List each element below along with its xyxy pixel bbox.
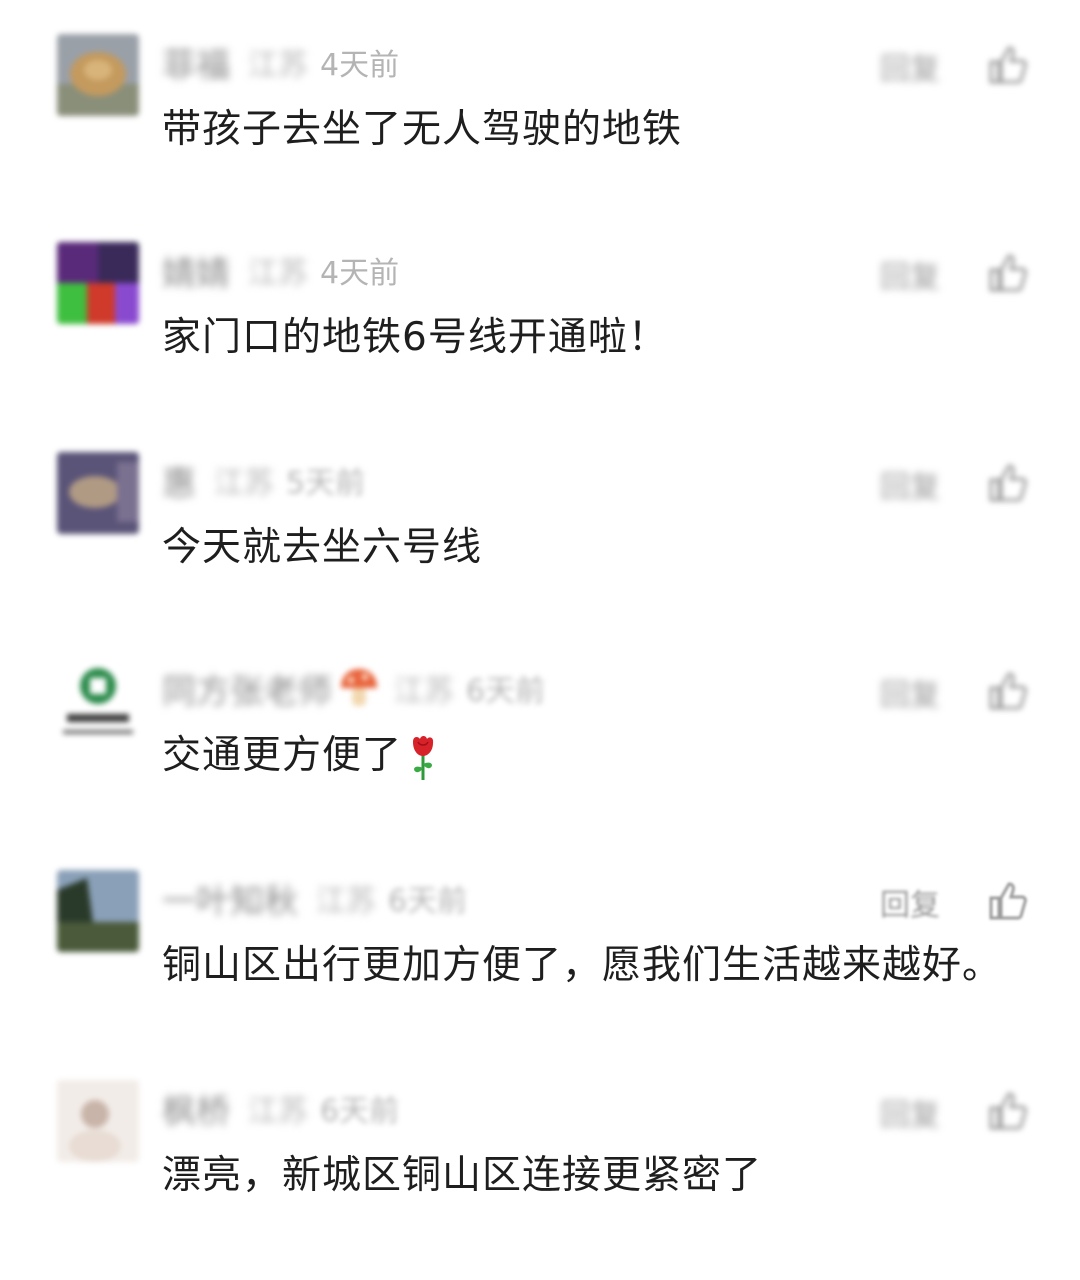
location: 江苏	[248, 1094, 308, 1129]
comment-text: 漂亮，新城区铜山区连接更紧密了	[162, 1153, 763, 1198]
reply-button[interactable]: 回复	[880, 252, 940, 296]
comment-meta: 婧婧 江苏 4天前	[162, 246, 400, 295]
mushroom-icon	[338, 666, 380, 710]
avatar[interactable]	[57, 242, 139, 324]
comment-text: 铜山区出行更加方便了，愿我们生活越来越好。	[162, 943, 1003, 988]
reply-button[interactable]: 回复	[880, 880, 940, 924]
timestamp: 6天前	[320, 1094, 400, 1129]
nickname[interactable]: 枫桥	[162, 1084, 230, 1133]
comment-text: 家门口的地铁6号线开通啦！	[162, 315, 668, 360]
location: 江苏	[248, 48, 308, 83]
timestamp: 6天前	[388, 884, 468, 919]
location: 江苏	[214, 466, 274, 501]
avatar[interactable]	[57, 660, 139, 742]
avatar[interactable]	[57, 870, 139, 952]
timestamp: 4天前	[320, 48, 400, 83]
location: 江苏	[394, 674, 454, 709]
comment-item: 一叶知秋 江苏 6天前 回复 铜山区出行更加方便了，愿我们生活越来越好。	[0, 870, 1080, 1070]
comment-text-content: 交通更方便了	[162, 733, 403, 778]
thumbs-up-icon[interactable]	[985, 460, 1029, 504]
comment-item: 同方张老师 江苏 6天前 回复 交通更方便了	[0, 660, 1080, 860]
comment-item: 婧婧 江苏 4天前 回复 家门口的地铁6号线开通啦！	[0, 242, 1080, 442]
rose-icon	[406, 734, 440, 782]
location: 江苏	[316, 884, 376, 919]
comment-text: 今天就去坐六号线	[162, 525, 483, 570]
reply-button[interactable]: 回复	[880, 670, 940, 714]
comment-meta: 同方张老师 江苏 6天前	[162, 664, 546, 713]
nickname[interactable]: 惠	[162, 456, 196, 505]
thumbs-up-icon[interactable]	[985, 250, 1029, 294]
reply-button[interactable]: 回复	[880, 1090, 940, 1134]
nickname[interactable]: 婧婧	[162, 246, 230, 295]
comment-item: 枫桥 江苏 6天前 回复 漂亮，新城区铜山区连接更紧密了	[0, 1080, 1080, 1280]
comment-text: 带孩子去坐了无人驾驶的地铁	[162, 107, 683, 152]
nickname[interactable]: 菲福	[162, 38, 230, 87]
nickname[interactable]: 一叶知秋	[162, 874, 298, 923]
avatar[interactable]	[57, 452, 139, 534]
comment-meta: 一叶知秋 江苏 6天前	[162, 874, 468, 923]
reply-button[interactable]: 回复	[880, 462, 940, 506]
thumbs-up-icon[interactable]	[985, 42, 1029, 86]
reply-button[interactable]: 回复	[880, 44, 940, 88]
location: 江苏	[248, 256, 308, 291]
avatar[interactable]	[57, 34, 139, 116]
comment-meta: 惠 江苏 5天前	[162, 456, 366, 505]
comment-meta: 枫桥 江苏 6天前	[162, 1084, 400, 1133]
thumbs-up-icon[interactable]	[985, 1088, 1029, 1132]
avatar[interactable]	[57, 1080, 139, 1162]
timestamp: 5天前	[286, 466, 366, 501]
timestamp: 6天前	[466, 674, 546, 709]
comment-meta: 菲福 江苏 4天前	[162, 38, 400, 87]
thumbs-up-icon[interactable]	[985, 878, 1029, 922]
timestamp: 4天前	[320, 256, 400, 291]
thumbs-up-icon[interactable]	[985, 668, 1029, 712]
comment-text: 交通更方便了	[162, 724, 440, 782]
nickname[interactable]: 同方张老师	[162, 664, 332, 713]
comment-item: 菲福 江苏 4天前 回复 带孩子去坐了无人驾驶的地铁	[0, 34, 1080, 234]
comment-item: 惠 江苏 5天前 回复 今天就去坐六号线	[0, 452, 1080, 652]
